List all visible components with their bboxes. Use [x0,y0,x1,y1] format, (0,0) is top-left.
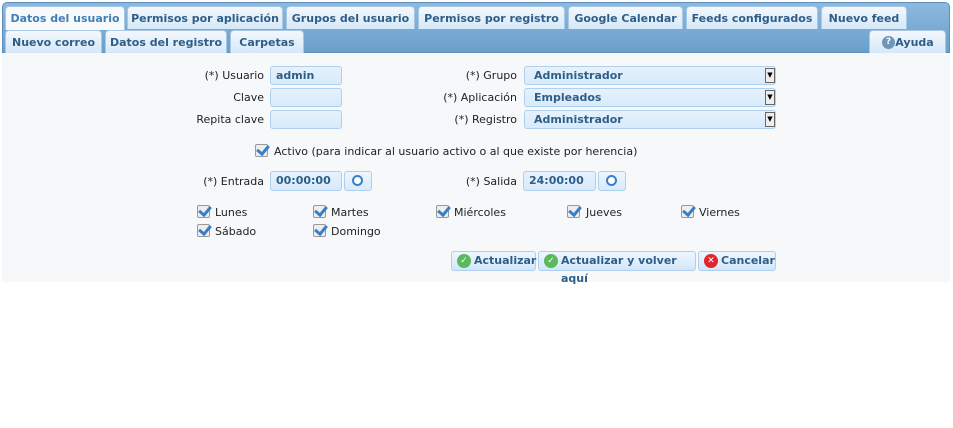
aplicacion-label: (*) Aplicación [443,91,517,104]
close-icon: ✕ [704,254,718,268]
registro-select[interactable]: Administrador ▼ [524,110,776,129]
form-panel [2,53,950,282]
martes-label: Martes [331,206,369,219]
miercoles-checkbox[interactable] [436,205,449,218]
sabado-checkbox[interactable] [197,224,210,237]
aplicacion-value: Empleados [534,91,602,104]
update-return-button[interactable]: ✓ Actualizar y volver aquí [538,251,696,285]
clave-input[interactable] [270,88,342,107]
martes-checkbox[interactable] [313,205,326,218]
help-label: Ayuda [895,36,934,49]
clock-icon [352,175,363,186]
tab-permisos-aplicacion[interactable]: Permisos por aplicación [127,6,283,29]
lunes-label: Lunes [215,206,248,219]
update-button[interactable]: ✓ Actualizar [451,251,536,271]
tab-nuevo-correo[interactable]: Nuevo correo [5,30,102,53]
viernes-checkbox[interactable] [681,205,694,218]
domingo-checkbox[interactable] [313,224,326,237]
salida-label: (*) Salida [465,175,517,188]
grupo-label: (*) Grupo [465,69,517,82]
salida-clock-button[interactable] [598,171,626,191]
chevron-down-icon: ▼ [765,68,775,83]
salida-input[interactable]: 24:00:00 [523,171,596,191]
usuario-input[interactable]: admin [270,66,342,85]
jueves-label: Jueves [586,206,622,219]
registro-value: Administrador [534,113,623,126]
entrada-clock-button[interactable] [344,171,372,191]
help-tab[interactable]: ? Ayuda [869,30,946,53]
activo-checkbox[interactable] [255,144,268,157]
check-icon: ✓ [457,254,471,268]
miercoles-label: Miércoles [454,206,506,219]
grupo-value: Administrador [534,69,623,82]
clock-icon [606,175,617,186]
chevron-down-icon: ▼ [765,112,775,127]
tab-carpetas[interactable]: Carpetas [230,30,304,53]
update-label: Actualizar [474,254,537,267]
viernes-label: Viernes [699,206,740,219]
tab-permisos-registro[interactable]: Permisos por registro [418,6,565,29]
tab-google-calendar[interactable]: Google Calendar [568,6,683,29]
domingo-label: Domingo [331,225,381,238]
activo-label: Activo (para indicar al usuario activo o… [274,145,638,158]
cancel-label: Cancelar [721,254,775,267]
tab-nuevo-feed[interactable]: Nuevo feed [821,6,907,29]
entrada-label: (*) Entrada [203,175,264,188]
sabado-label: Sábado [215,225,257,238]
registro-label: (*) Registro [454,113,517,126]
usuario-label: (*) Usuario [204,69,264,82]
tab-datos-usuario[interactable]: Datos del usuario [5,6,125,30]
tab-grupos-usuario[interactable]: Grupos del usuario [286,6,415,29]
aplicacion-select[interactable]: Empleados ▼ [524,88,776,107]
repita-clave-input[interactable] [270,110,342,129]
check-icon: ✓ [544,254,558,268]
jueves-checkbox[interactable] [567,205,580,218]
grupo-select[interactable]: Administrador ▼ [524,66,776,85]
cancel-button[interactable]: ✕ Cancelar [698,251,776,271]
entrada-input[interactable]: 00:00:00 [270,171,342,191]
chevron-down-icon: ▼ [765,90,775,105]
tab-datos-registro[interactable]: Datos del registro [105,30,227,53]
tab-feeds-configurados[interactable]: Feeds configurados [686,6,818,29]
lunes-checkbox[interactable] [197,205,210,218]
clave-label: Clave [233,91,264,104]
repita-clave-label: Repita clave [196,113,264,126]
help-icon: ? [882,36,895,49]
